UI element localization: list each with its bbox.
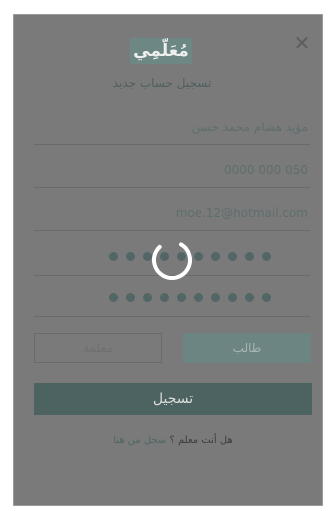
brand-logo: مُعَلّمِي xyxy=(130,38,192,64)
phone-field[interactable]: 050 000 0000 xyxy=(34,152,310,188)
role-teacher-button[interactable]: معلمة xyxy=(34,333,162,363)
password-dot xyxy=(228,293,237,302)
password-dot xyxy=(262,252,271,261)
teacher-signup-prompt: هل أنت معلم ؟ سجل من هنا xyxy=(34,435,312,446)
close-icon[interactable]: ✕ xyxy=(292,33,312,53)
password-dot xyxy=(177,293,186,302)
register-button[interactable]: تسجيل xyxy=(34,383,312,415)
password-dot xyxy=(126,293,135,302)
password-dot xyxy=(245,252,254,261)
name-field[interactable]: مؤيد هشام محمد حسن xyxy=(34,109,310,145)
password-dot xyxy=(109,293,118,302)
password-dot xyxy=(245,293,254,302)
password-dot xyxy=(194,293,203,302)
password-dot xyxy=(143,293,152,302)
password-dot xyxy=(211,293,220,302)
teacher-signup-link[interactable]: سجل من هنا xyxy=(113,435,166,446)
loading-spinner-icon xyxy=(152,240,192,280)
password-dot xyxy=(194,252,203,261)
password-dot xyxy=(262,293,271,302)
password-dot xyxy=(160,293,169,302)
password-dot xyxy=(109,252,118,261)
role-student-button[interactable]: طالب xyxy=(183,333,311,363)
password-dot xyxy=(211,252,220,261)
dialog-subtitle: تسجيل حساب جديد xyxy=(112,76,212,90)
email-field[interactable]: moe.12@hotmail.com xyxy=(34,195,310,231)
footer-question: هل أنت معلم ؟ xyxy=(169,435,233,446)
password-dot xyxy=(126,252,135,261)
confirm-password-field[interactable] xyxy=(34,281,310,317)
password-dot xyxy=(228,252,237,261)
